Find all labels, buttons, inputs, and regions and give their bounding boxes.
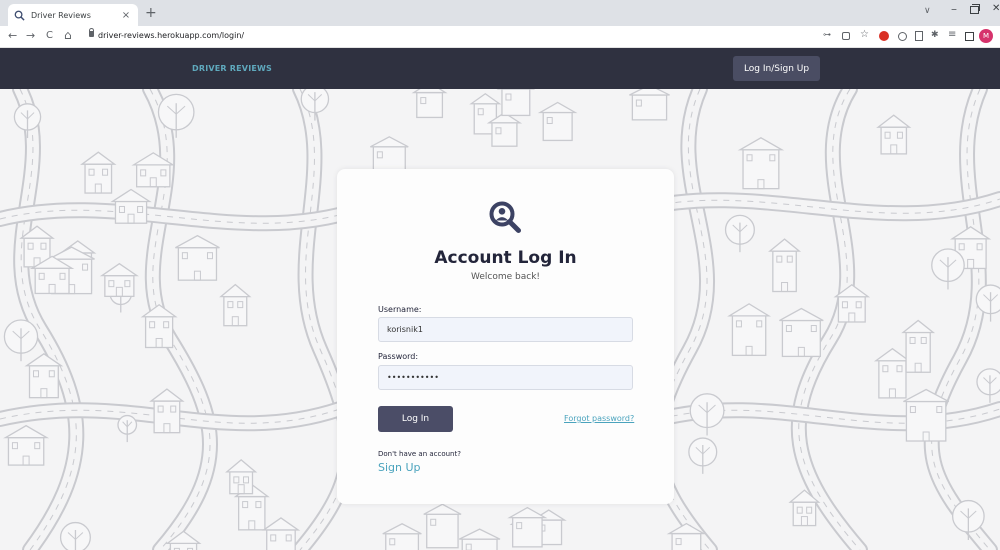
reading-list-icon[interactable]: ≡: [948, 29, 956, 40]
login-signup-button[interactable]: Log In/Sign Up: [733, 56, 820, 81]
username-label: Username:: [378, 305, 422, 314]
new-tab-icon[interactable]: +: [145, 5, 157, 21]
forgot-password-link[interactable]: Forgot password?: [564, 414, 634, 423]
card-subtitle: Welcome back!: [470, 272, 541, 282]
browser-tab[interactable]: Driver Reviews ×: [8, 4, 138, 26]
browser-tab-strip: Driver Reviews × + ∨ – ✕: [0, 0, 1000, 26]
side-panel-icon[interactable]: [965, 32, 974, 41]
browser-toolbar: ← → C ⌂ driver-reviews.herokuapp.com/log…: [0, 26, 1000, 48]
password-field[interactable]: [378, 365, 633, 390]
share-icon[interactable]: [842, 32, 850, 40]
reload-icon[interactable]: C: [46, 29, 53, 43]
no-account-text: Don't have an account?: [378, 450, 461, 458]
bookmark-star-icon[interactable]: ☆: [860, 29, 869, 40]
tab-title: Driver Reviews: [31, 10, 91, 20]
restore-icon[interactable]: [970, 4, 980, 14]
forward-icon[interactable]: →: [26, 29, 35, 43]
tab-close-icon[interactable]: ×: [120, 10, 132, 21]
extension-red-icon[interactable]: [879, 31, 889, 41]
key-icon[interactable]: ⊶: [823, 30, 831, 39]
profile-avatar[interactable]: M: [979, 29, 993, 43]
login-button[interactable]: Log In: [378, 406, 453, 432]
search-person-icon: [488, 200, 522, 234]
back-icon[interactable]: ←: [8, 29, 17, 43]
address-bar[interactable]: driver-reviews.herokuapp.com/login/: [98, 31, 244, 40]
close-window-icon[interactable]: ✕: [992, 3, 1000, 14]
minimize-icon[interactable]: –: [951, 2, 957, 16]
site-navbar: DRIVER REVIEWS Log In/Sign Up: [0, 48, 1000, 89]
extension-camera-icon[interactable]: [898, 32, 907, 41]
login-card: Account Log In Welcome back! Username: P…: [337, 169, 674, 504]
signup-link[interactable]: Sign Up: [378, 461, 421, 474]
brand-link[interactable]: DRIVER REVIEWS: [192, 64, 272, 73]
search-person-icon: [14, 10, 25, 21]
tab-search-icon[interactable]: ∨: [924, 6, 931, 16]
extensions-puzzle-icon[interactable]: ✱: [931, 30, 939, 40]
home-icon[interactable]: ⌂: [64, 28, 72, 42]
extension-doc-icon[interactable]: [915, 31, 923, 41]
password-label: Password:: [378, 352, 419, 361]
username-field[interactable]: [378, 317, 633, 342]
lock-icon[interactable]: [89, 28, 94, 37]
card-title: Account Log In: [434, 248, 577, 268]
